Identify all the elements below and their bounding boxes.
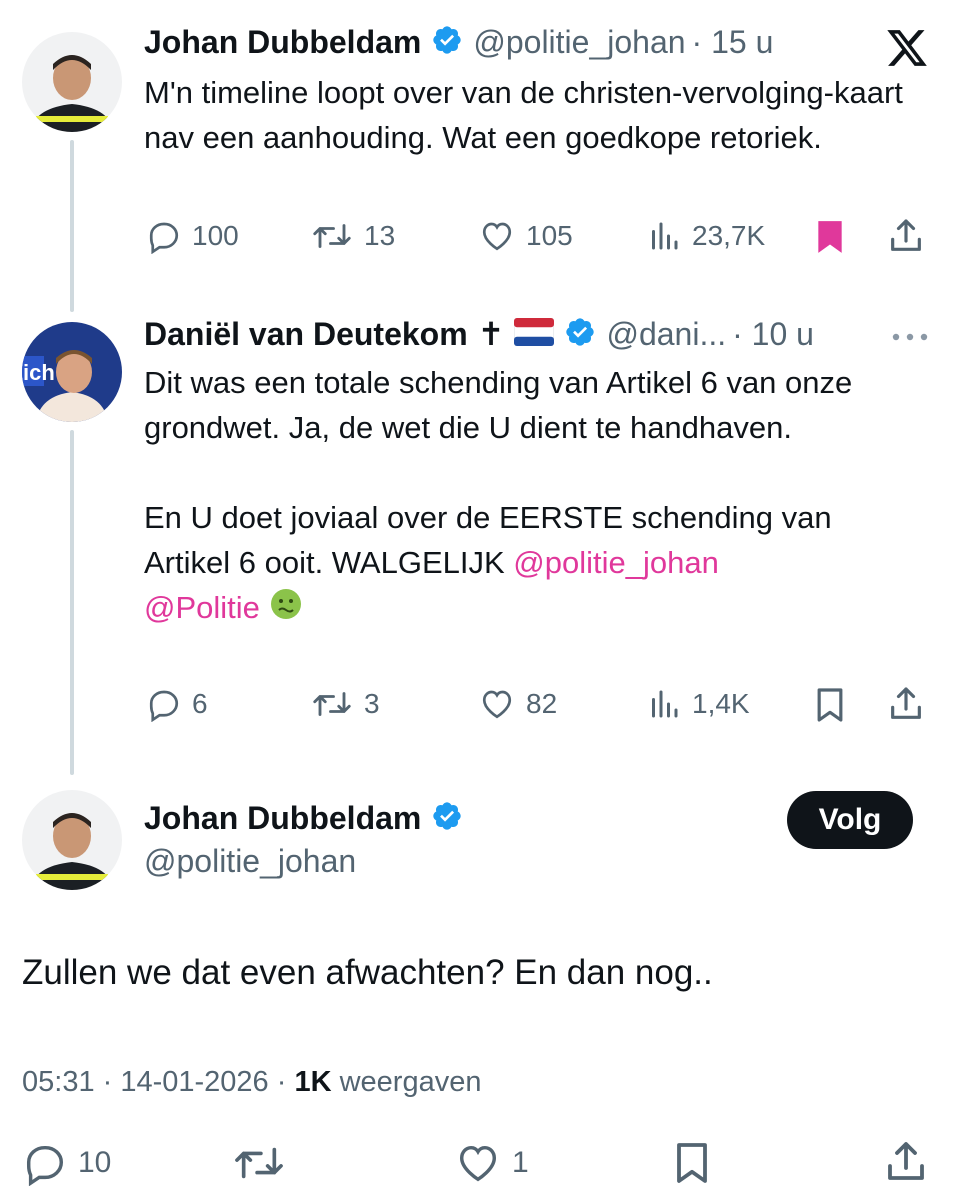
views-button[interactable]: 23,7K <box>646 218 765 254</box>
nauseated-emoji <box>269 587 303 633</box>
avatar[interactable] <box>22 790 122 890</box>
tweet-text: Dit was een totale schending van Artikel… <box>144 360 914 633</box>
tweet-timestamp-row: 05:31 · 14-01-2026 · 1K weergaven <box>22 1066 481 1099</box>
bookmark-icon <box>818 221 842 253</box>
bookmark-icon <box>677 1143 707 1183</box>
thread-line <box>70 430 74 775</box>
like-icon <box>482 690 512 719</box>
views-count: 1,4K <box>692 688 750 719</box>
author-name[interactable]: Daniël van Deutekom <box>144 316 468 353</box>
tweet-paragraph-text: En U doet joviaal over de EERSTE schendi… <box>144 500 832 580</box>
share-icon <box>888 1142 924 1180</box>
mention-link[interactable]: @politie_johan <box>513 545 719 580</box>
retweet-icon <box>313 692 351 716</box>
tweet-timestamp[interactable]: 05:31 · 14-01-2026 · <box>22 1066 294 1098</box>
like-count: 1 <box>512 1146 529 1179</box>
author-name[interactable]: Johan Dubbeldam <box>144 24 421 61</box>
tweet-text: Zullen we dat even afwachten? En dan nog… <box>22 953 713 992</box>
avatar[interactable] <box>22 32 122 132</box>
reply-icon <box>149 690 179 722</box>
like-count: 105 <box>526 220 573 251</box>
views-count: 1K <box>294 1066 332 1098</box>
share-button[interactable] <box>886 684 926 724</box>
tweet-time[interactable]: · 10 u <box>732 316 814 353</box>
mention-link[interactable]: @Politie <box>144 590 260 625</box>
share-icon <box>891 219 921 251</box>
like-icon <box>482 222 512 251</box>
tweet-time[interactable]: · 15 u <box>692 24 774 61</box>
bookmark-button[interactable] <box>810 216 850 258</box>
svg-text:ich: ich <box>23 360 55 385</box>
retweet-button[interactable] <box>232 1140 296 1186</box>
reply-icon <box>149 222 179 254</box>
cross-symbol: ✝ <box>477 316 505 352</box>
views-icon <box>652 690 678 718</box>
like-count: 82 <box>526 688 558 719</box>
avatar[interactable]: ich <box>22 322 122 422</box>
reply-button[interactable]: 10 <box>22 1140 111 1186</box>
more-options-icon[interactable] <box>890 330 930 348</box>
reply-count: 6 <box>192 688 208 719</box>
retweet-button[interactable]: 13 <box>310 218 395 254</box>
reply-button[interactable]: 100 <box>146 218 239 254</box>
like-button[interactable]: 82 <box>478 686 557 722</box>
author-handle[interactable]: @dani... <box>606 316 726 353</box>
author-handle[interactable]: @politie_johan <box>473 24 685 61</box>
views-button[interactable]: 1,4K <box>646 686 750 722</box>
bookmark-icon <box>817 688 843 722</box>
thread-line <box>70 140 74 312</box>
tweet-text: M'n timeline loopt over van de christen-… <box>144 75 903 155</box>
verified-badge-icon <box>564 316 596 353</box>
share-icon <box>891 687 921 719</box>
tweet-paragraph: Dit was een totale schending van Artikel… <box>144 365 853 445</box>
tweet-paragraph: En U doet joviaal over de EERSTE schendi… <box>144 495 914 633</box>
retweet-button[interactable]: 3 <box>310 686 380 722</box>
verified-badge-icon <box>431 24 463 61</box>
x-logo-icon[interactable] <box>884 26 930 75</box>
like-icon <box>459 1145 497 1182</box>
views-icon <box>652 222 678 250</box>
views-label: weergaven <box>331 1066 482 1098</box>
reply-icon <box>26 1145 64 1186</box>
reply-count: 10 <box>78 1146 112 1179</box>
retweet-count: 13 <box>364 220 396 251</box>
verified-badge-icon <box>431 800 463 837</box>
share-button[interactable] <box>886 216 926 256</box>
share-button[interactable] <box>882 1138 930 1186</box>
retweet-count: 3 <box>364 688 380 719</box>
retweet-icon <box>313 224 351 248</box>
retweet-icon <box>235 1147 283 1179</box>
author-name[interactable]: Johan Dubbeldam <box>144 800 421 837</box>
reply-button[interactable]: 6 <box>146 686 208 722</box>
follow-button[interactable]: Volg <box>787 791 913 849</box>
bookmark-button[interactable] <box>810 684 850 726</box>
bookmark-button[interactable] <box>668 1138 716 1188</box>
reply-count: 100 <box>192 220 239 251</box>
author-handle[interactable]: @politie_johan <box>144 843 356 880</box>
like-button[interactable]: 1 <box>454 1140 529 1186</box>
views-count: 23,7K <box>692 220 766 251</box>
netherlands-flag-icon <box>513 317 555 351</box>
like-button[interactable]: 105 <box>478 218 573 254</box>
